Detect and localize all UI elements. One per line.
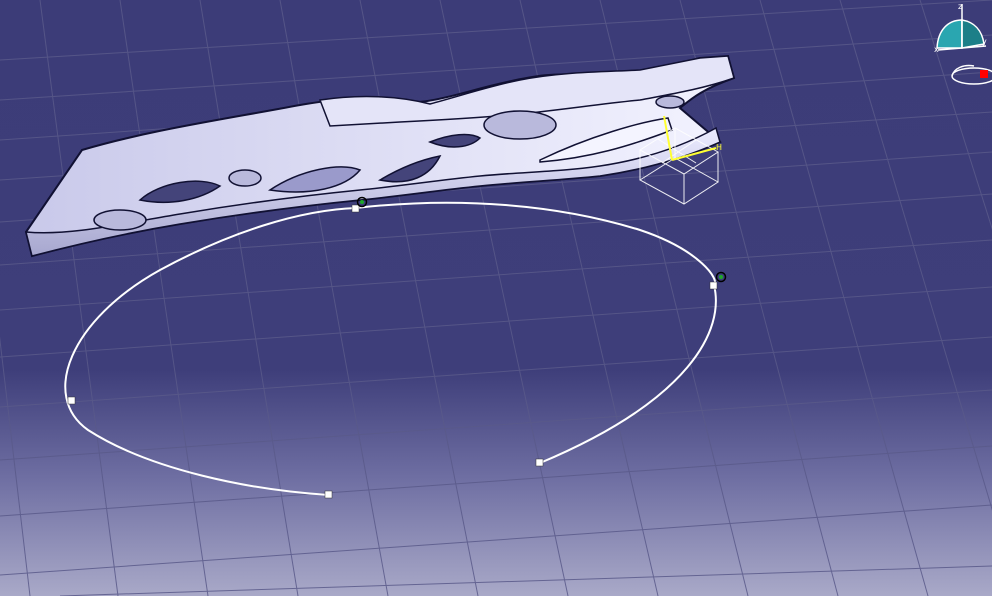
scene-canvas[interactable]: H: [0, 0, 992, 596]
cutout-hole: [93, 209, 147, 231]
control-point[interactable]: [709, 281, 718, 290]
tangency-marker-icon[interactable]: [715, 271, 727, 283]
compass-handle[interactable]: [980, 70, 988, 78]
cutout-hole: [483, 110, 557, 140]
compass-widget[interactable]: z x y: [932, 0, 992, 90]
compass-y-label: y: [982, 37, 987, 46]
cutout-hole: [655, 95, 685, 109]
control-point[interactable]: [535, 458, 544, 467]
control-point[interactable]: [351, 204, 360, 213]
axis-system-label: H: [716, 143, 722, 152]
control-point[interactable]: [67, 396, 76, 405]
control-point[interactable]: [324, 490, 333, 499]
compass-x-label: x: [934, 45, 939, 54]
3d-viewport[interactable]: H z x y: [0, 0, 992, 596]
compass-z-label: z: [958, 2, 962, 11]
sketch-curve[interactable]: [64, 196, 727, 499]
spline-curve[interactable]: [64, 201, 717, 496]
cutout-hole: [228, 169, 262, 187]
